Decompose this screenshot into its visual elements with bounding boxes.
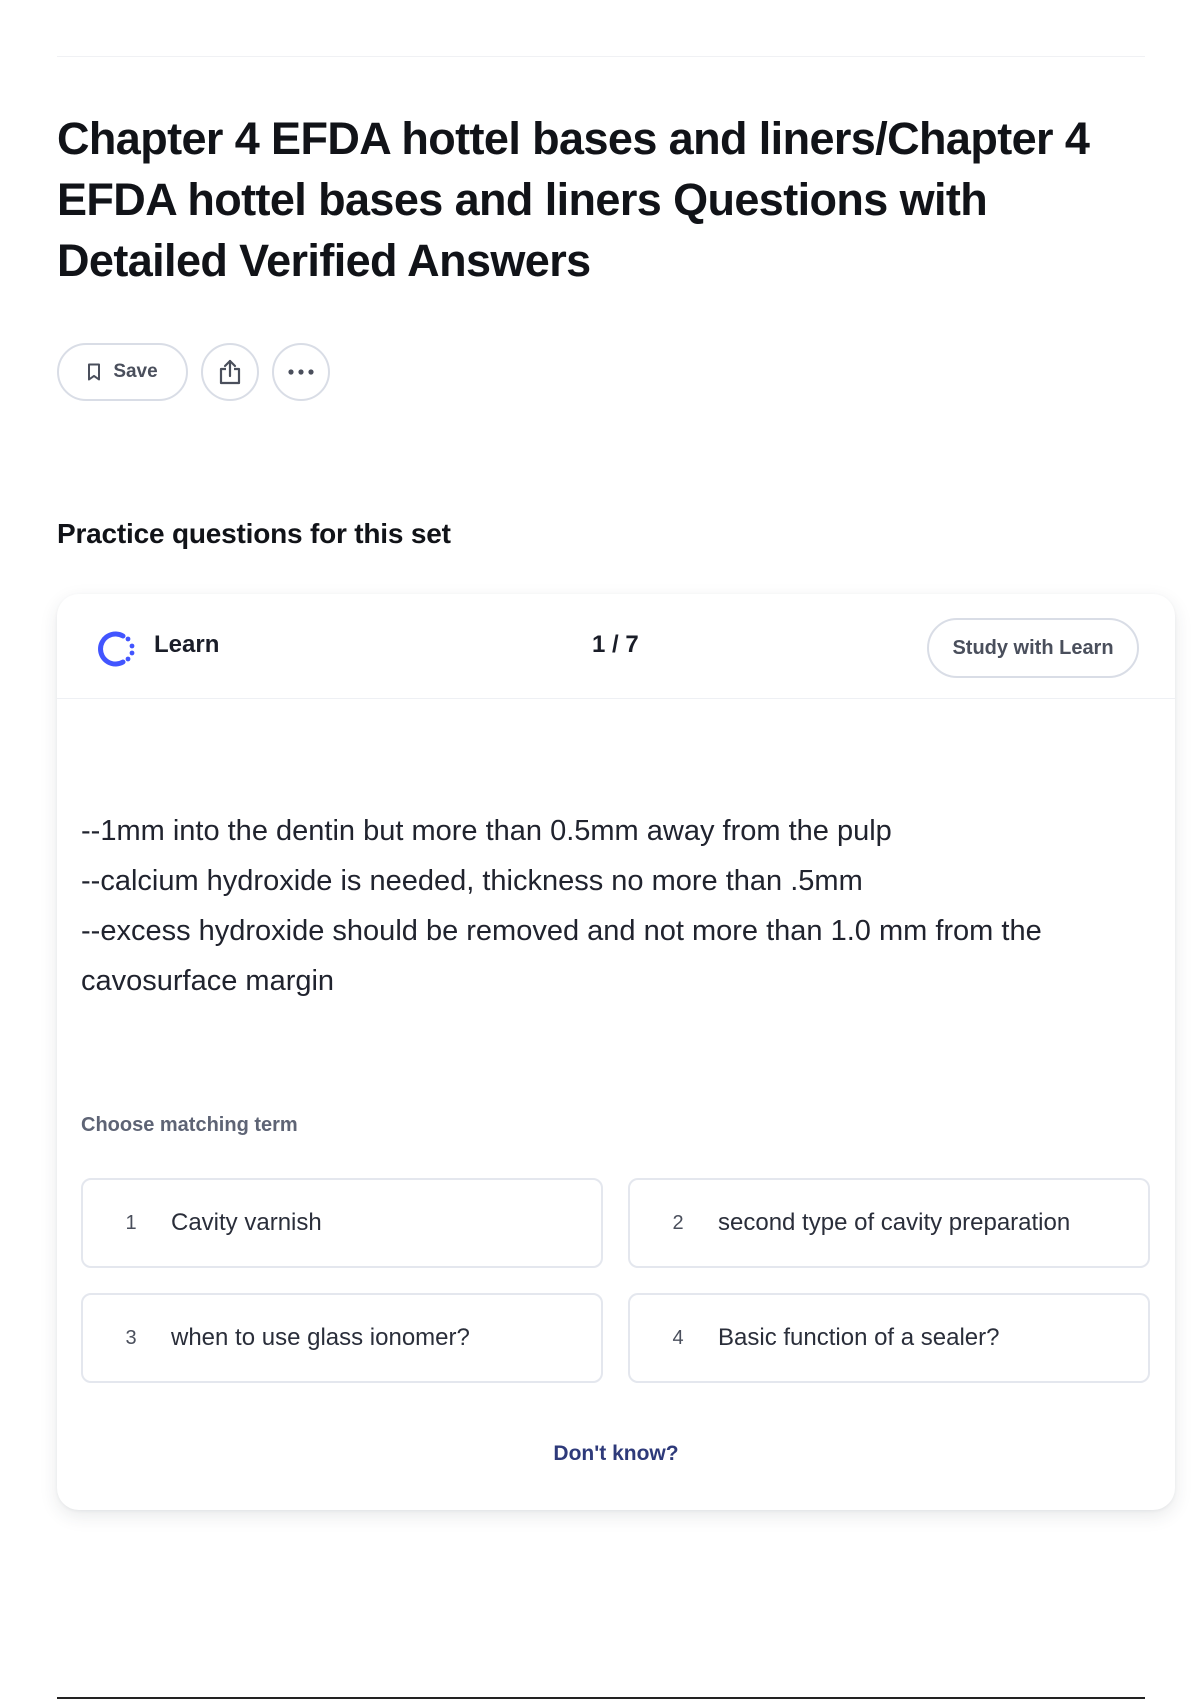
option-text: Cavity varnish bbox=[171, 1209, 322, 1236]
learn-mode-label: Learn bbox=[154, 631, 220, 658]
answer-option-3[interactable]: 3 when to use glass ionomer? bbox=[81, 1293, 603, 1383]
share-icon bbox=[217, 358, 243, 386]
action-bar: Save bbox=[57, 343, 330, 401]
save-label: Save bbox=[113, 361, 158, 382]
section-title: Practice questions for this set bbox=[57, 518, 451, 549]
more-options-button[interactable] bbox=[272, 343, 330, 401]
choose-matching-term-label: Choose matching term bbox=[81, 1114, 298, 1136]
bottom-divider bbox=[57, 1697, 1145, 1699]
option-text: Basic function of a sealer? bbox=[718, 1324, 1000, 1351]
share-button[interactable] bbox=[201, 343, 259, 401]
option-text: when to use glass ionomer? bbox=[171, 1324, 470, 1351]
bookmark-icon bbox=[87, 363, 101, 381]
option-text: second type of cavity preparation bbox=[718, 1209, 1071, 1236]
question-prompt: --1mm into the dentin but more than 0.5m… bbox=[81, 806, 1141, 1006]
prompt-line: --1mm into the dentin but more than 0.5m… bbox=[81, 815, 892, 847]
card-header: Learn 1 / 7 Study with Learn bbox=[57, 594, 1175, 699]
question-progress: 1 / 7 bbox=[592, 631, 639, 658]
top-divider bbox=[57, 56, 1145, 57]
answer-option-2[interactable]: 2 second type of cavity preparation bbox=[628, 1178, 1150, 1268]
study-with-learn-button[interactable]: Study with Learn bbox=[927, 618, 1139, 678]
option-number: 3 bbox=[125, 1326, 137, 1349]
option-number: 1 bbox=[125, 1211, 137, 1234]
page-title: Chapter 4 EFDA hottel bases and liners/C… bbox=[57, 113, 1090, 286]
option-number: 4 bbox=[672, 1326, 684, 1349]
prompt-line: --calcium hydroxide is needed, thickness… bbox=[81, 865, 863, 897]
prompt-line: --excess hydroxide should be removed and… bbox=[81, 915, 1042, 997]
dont-know-link[interactable]: Don't know? bbox=[57, 1442, 1175, 1466]
practice-card: Learn 1 / 7 Study with Learn --1mm into … bbox=[57, 594, 1175, 1510]
save-button[interactable]: Save bbox=[57, 343, 188, 401]
answer-option-1[interactable]: 1 Cavity varnish bbox=[81, 1178, 603, 1268]
answer-option-4[interactable]: 4 Basic function of a sealer? bbox=[628, 1293, 1150, 1383]
option-number: 2 bbox=[672, 1211, 684, 1234]
learn-progress-icon bbox=[95, 628, 137, 675]
more-icon bbox=[287, 368, 315, 376]
